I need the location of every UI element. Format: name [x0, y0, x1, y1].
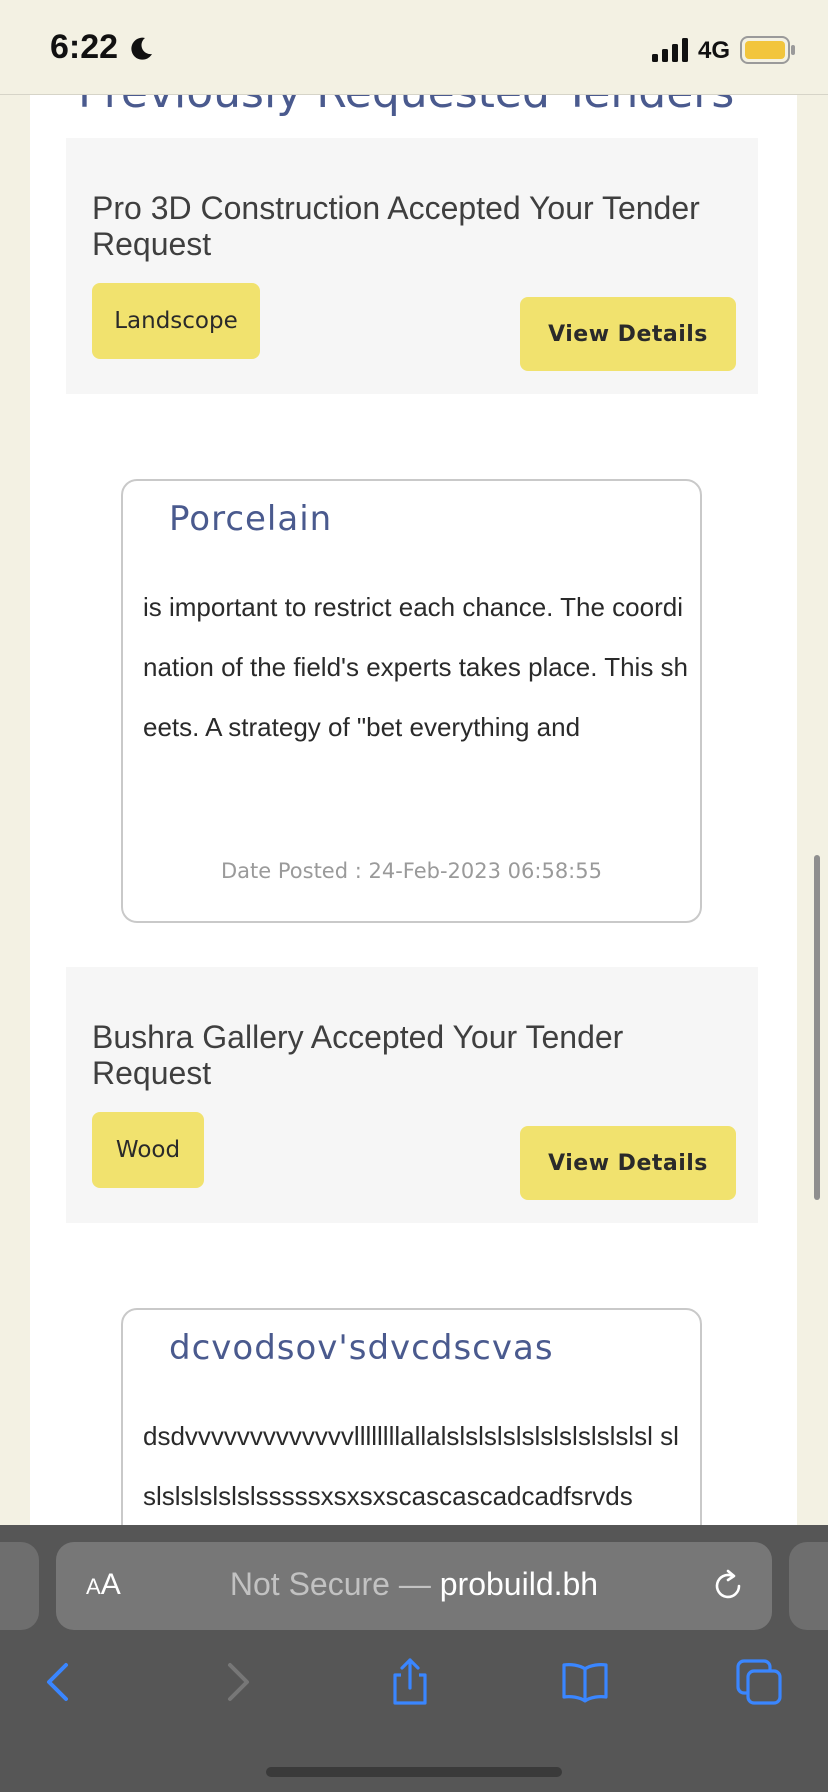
view-details-button[interactable]: View Details	[520, 297, 736, 371]
browser-toolbar	[0, 1647, 828, 1737]
moon-icon	[131, 37, 152, 60]
tender-title: Bushra Gallery Accepted Your Tender Requ…	[92, 1019, 624, 1091]
battery-icon	[740, 36, 795, 64]
url-text[interactable]: Not Secure — probuild.bh	[56, 1566, 772, 1603]
reload-icon[interactable]	[710, 1568, 746, 1604]
post-body: dsdvvvvvvvvvvvvvllllllllallalslslslslsls…	[143, 1421, 679, 1511]
category-badge: Wood	[92, 1112, 204, 1188]
content-panel: Previously Requested Tenders Pro 3D Cons…	[30, 95, 797, 1525]
view-details-button[interactable]: View Details	[520, 1126, 736, 1200]
tender-card: Pro 3D Construction Accepted Your Tender…	[66, 138, 758, 394]
post-title: Porcelain	[169, 499, 333, 539]
next-tab-preview[interactable]	[789, 1542, 828, 1630]
post-card[interactable]: dcvodsov'sdvcdscvas dsdvvvvvvvvvvvvvllll…	[121, 1308, 702, 1525]
previous-tab-preview[interactable]	[0, 1542, 39, 1630]
post-title: dcvodsov'sdvcdscvas	[169, 1328, 554, 1368]
post-date: Date Posted : 24-Feb-2023 06:58:55	[221, 859, 602, 883]
scrollbar-thumb[interactable]	[814, 855, 820, 1200]
back-icon[interactable]	[34, 1657, 84, 1707]
tabs-icon[interactable]	[734, 1657, 784, 1707]
category-badge: Landscope	[92, 283, 260, 359]
post-body: is important to restrict each chance. Th…	[143, 592, 689, 742]
home-indicator	[266, 1767, 562, 1777]
post-card[interactable]: Porcelain is important to restrict each …	[121, 479, 702, 923]
status-bar: 6:22 4G	[0, 0, 828, 95]
share-icon[interactable]	[385, 1657, 435, 1707]
section-heading: Previously Requested Tenders	[78, 95, 734, 118]
signal-icon	[652, 38, 688, 62]
status-time: 6:22	[50, 28, 119, 66]
bookmarks-icon[interactable]	[560, 1657, 610, 1707]
tender-title: Pro 3D Construction Accepted Your Tender…	[92, 190, 700, 262]
tender-card: Bushra Gallery Accepted Your Tender Requ…	[66, 967, 758, 1223]
forward-icon[interactable]	[212, 1657, 262, 1707]
browser-bar: AA Not Secure — probuild.bh	[0, 1525, 828, 1792]
address-bar[interactable]: AA Not Secure — probuild.bh	[56, 1542, 772, 1630]
network-label: 4G	[698, 37, 731, 64]
